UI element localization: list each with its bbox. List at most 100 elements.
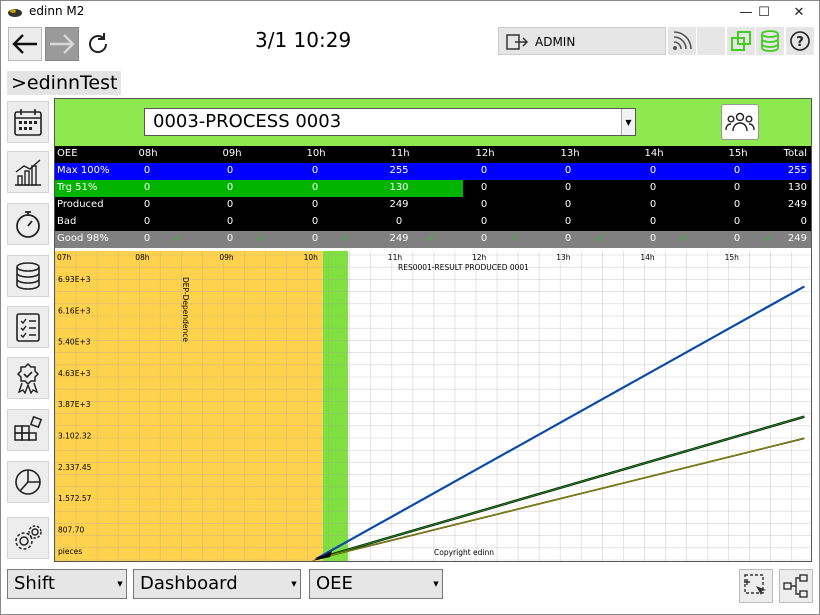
sidebar-calendar-button[interactable] [7,101,49,143]
sidebar-data-button[interactable] [7,255,49,297]
check-icon: ✓ [510,232,520,245]
table-cell: 0 [311,216,319,227]
sidebar-settings-button[interactable] [7,517,49,559]
logout-icon [506,34,529,50]
production-chart: 07h 08h 09h 10h 11h 12h 13h 14h 15h 6.93E+3 6.16E+… [55,251,811,561]
sidebar-checklist-button[interactable] [7,306,49,348]
y-tick-label: 5.40E+3 [58,338,91,347]
sidebar-timer-button[interactable] [7,203,49,245]
quality-badge-icon [16,362,40,394]
user-panel[interactable]: ADMIN [498,27,666,55]
metric-dropdown[interactable]: OEE ▼ [309,569,443,599]
app-logo-icon [8,9,22,17]
table-row: Good 98% 0 0 0 249 0 0 0 0 249 ✓ ✓ ✓ ✓ ✓ ✓ ✓ ✓ [55,231,811,248]
clock-display: 3/1 10:29 [255,28,352,52]
table-cell: 0 [143,233,151,244]
table-cell: 0 [480,182,488,193]
y-tick-label: 4.63E+3 [58,369,91,378]
table-row: Bad 0 0 0 0 0 0 0 0 0 [55,214,811,231]
window-title: edinn M2 [29,4,85,18]
check-icon: ✓ [426,232,436,245]
dropdown-arrow-icon: ▼ [117,580,123,588]
table-header-row: OEE 08h 09h 10h 11h 12h 13h 14h 15h Total [55,146,811,163]
table-cell: 0 [226,199,234,210]
x-tick-label: 12h [472,253,487,262]
sidebar-pie-chart-button[interactable] [7,461,49,503]
table-cell: 0 [649,182,657,193]
database-button[interactable] [756,27,784,55]
connection-status-button[interactable] [668,27,696,55]
table-cell: 0 [226,216,234,227]
table-cell: 0 [564,165,572,176]
table-cell: 0 [564,182,572,193]
refresh-button[interactable] [81,27,115,61]
maximize-button[interactable]: ☐ [747,1,781,23]
arrow-right-icon [50,34,75,54]
table-cell: 0 [564,233,572,244]
table-cell: 249 [787,199,807,210]
table-row: Trg 51% 0 0 0 130 0 0 0 0 130 [55,180,811,197]
x-tick-label: 11h [388,253,403,262]
table-cell: 0 [733,182,741,193]
table-cell: 0 [733,233,741,244]
flow-diagram-button[interactable] [779,569,813,603]
windows-button[interactable] [727,27,755,55]
view-dropdown[interactable]: Dashboard ▼ [133,569,301,599]
close-button[interactable]: ✕ [782,1,816,23]
table-cell: 0 [649,233,657,244]
result-annotation: RES0001-RESULT PRODUCED 0001 [398,263,529,272]
operators-button[interactable] [721,104,759,140]
arrow-left-icon [12,34,37,54]
bar-chart-icon [15,159,41,186]
table-cell: 0 [480,216,488,227]
process-dropdown[interactable]: 0003-PROCESS 0003 ▼ [144,108,636,136]
x-tick-label: 07h [57,253,72,262]
table-cell: 0 [800,216,807,227]
y-tick-label: 2.337.45 [58,463,92,472]
check-icon: ✓ [256,232,266,245]
help-button[interactable]: ? [786,27,814,55]
y-tick-label: 6.93E+3 [58,275,91,284]
x-tick-label: 14h [640,253,655,262]
dropdown-arrow-icon: ▼ [291,580,297,588]
select-area-button[interactable] [739,569,773,603]
table-cell: 0 [733,216,741,227]
table-cell: 0 [649,199,657,210]
table-cell: 0 [226,233,234,244]
forward-button[interactable] [45,27,79,61]
table-cell: 0 [649,165,657,176]
windows-icon [731,31,751,51]
table-cell: 0 [226,182,234,193]
table-header-cell: 15h [728,148,748,159]
sidebar-charts-button[interactable] [7,151,49,193]
row-label: Bad [57,216,77,227]
process-header: 0003-PROCESS 0003 ▼ [55,99,811,146]
copyright-label: Copyright edinn [434,548,494,557]
database-icon [761,30,779,52]
table-cell: 255 [787,165,807,176]
oee-table: OEE 08h 09h 10h 11h 12h 13h 14h 15h Total Max 100%… [55,146,811,248]
shift-dropdown[interactable]: Shift ▼ [7,569,127,599]
table-header-cell: OEE [57,148,78,159]
table-cell: 0 [480,165,488,176]
x-tick-label: 09h [219,253,234,262]
app-window: edinn M2 — ☐ ✕ 3/1 10:29 ADMIN ? >edinnT… [0,0,820,615]
breadcrumb[interactable]: >edinnTest [7,71,122,95]
back-button[interactable] [8,27,42,61]
process-dropdown-value: 0003-PROCESS 0003 [153,111,342,132]
blank-toolbar-slot [697,27,725,55]
table-cell: 0 [143,199,151,210]
view-dropdown-value: Dashboard [140,573,238,594]
table-row: Produced 0 0 0 249 0 0 0 0 249 [55,197,811,214]
check-icon: ✓ [679,232,689,245]
table-cell: 130 [787,182,807,193]
table-cell: 0 [226,165,234,176]
row-label: Produced [57,199,104,210]
sidebar-modules-button[interactable] [7,409,49,451]
table-cell: 0 [395,216,403,227]
table-header-cell: 14h [644,148,664,159]
check-icon: ✓ [595,232,605,245]
flow-diagram-icon [783,574,808,598]
x-tick-label: 08h [135,253,150,262]
sidebar-quality-button[interactable] [7,357,49,399]
